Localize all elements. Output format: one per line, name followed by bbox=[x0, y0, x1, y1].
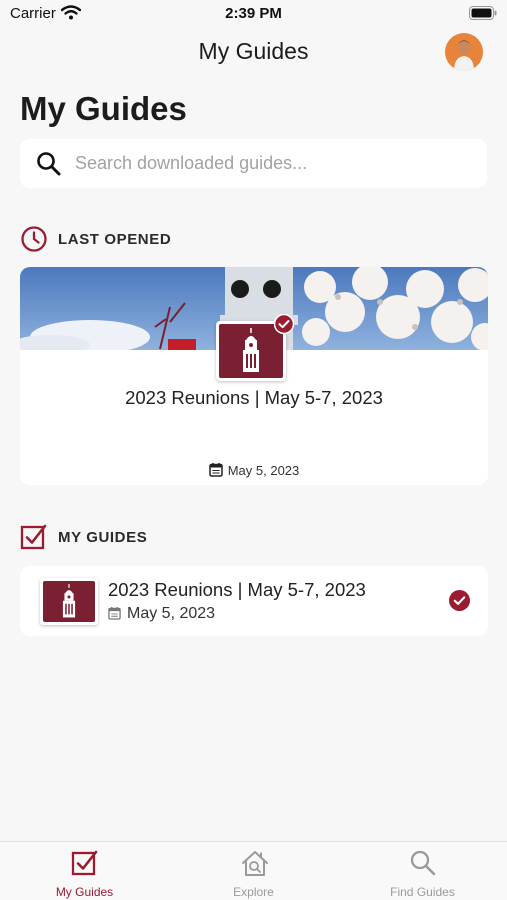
battery-icon bbox=[469, 6, 497, 20]
building-logo-icon bbox=[62, 584, 76, 618]
status-bar: Carrier 2:39 PM bbox=[0, 0, 507, 28]
tab-my-guides[interactable]: My Guides bbox=[0, 842, 169, 900]
calendar-icon bbox=[208, 463, 223, 477]
search-icon bbox=[37, 152, 61, 176]
search-icon bbox=[410, 850, 436, 876]
my-guides-label: MY GUIDES bbox=[58, 529, 148, 546]
last-opened-label: LAST OPENED bbox=[58, 231, 172, 248]
last-opened-card[interactable]: 2023 Reunions | May 5-7, 2023 May 5, 202… bbox=[20, 267, 488, 485]
tab-explore[interactable]: Explore bbox=[169, 842, 338, 900]
tab-bar: My Guides Explore Find Guides bbox=[0, 841, 507, 900]
last-opened-date: May 5, 2023 bbox=[227, 463, 300, 478]
last-opened-title: 2023 Reunions | May 5-7, 2023 bbox=[125, 387, 383, 408]
checkbox-icon bbox=[71, 850, 98, 876]
tab-label: My Guides bbox=[55, 885, 114, 899]
tab-label: Find Guides bbox=[390, 885, 455, 899]
last-opened-date-row: May 5, 2023 bbox=[20, 462, 488, 478]
guide-date-row: May 5, 2023 bbox=[108, 605, 215, 623]
calendar-icon bbox=[108, 606, 121, 620]
search-box[interactable] bbox=[20, 139, 487, 188]
guide-thumbnail bbox=[40, 578, 98, 625]
search-input[interactable] bbox=[75, 139, 475, 188]
downloaded-check-icon bbox=[449, 590, 470, 611]
user-avatar[interactable] bbox=[445, 33, 483, 71]
tab-find-guides[interactable]: Find Guides bbox=[338, 842, 507, 900]
checkbox-icon bbox=[20, 524, 47, 550]
tab-label: Explore bbox=[233, 885, 274, 899]
nav-title: My Guides bbox=[198, 38, 309, 64]
house-search-icon bbox=[242, 851, 268, 876]
downloaded-check-icon bbox=[274, 314, 294, 334]
list-item[interactable]: 2023 Reunions | May 5-7, 2023 May 5, 202… bbox=[20, 566, 488, 636]
page-title: My Guides bbox=[20, 90, 187, 127]
status-time: 2:39 PM bbox=[225, 5, 282, 22]
avatar-image bbox=[445, 33, 483, 71]
guide-title: 2023 Reunions | May 5-7, 2023 bbox=[108, 579, 366, 600]
clock-icon bbox=[21, 226, 47, 252]
guide-date: May 5, 2023 bbox=[127, 605, 216, 622]
